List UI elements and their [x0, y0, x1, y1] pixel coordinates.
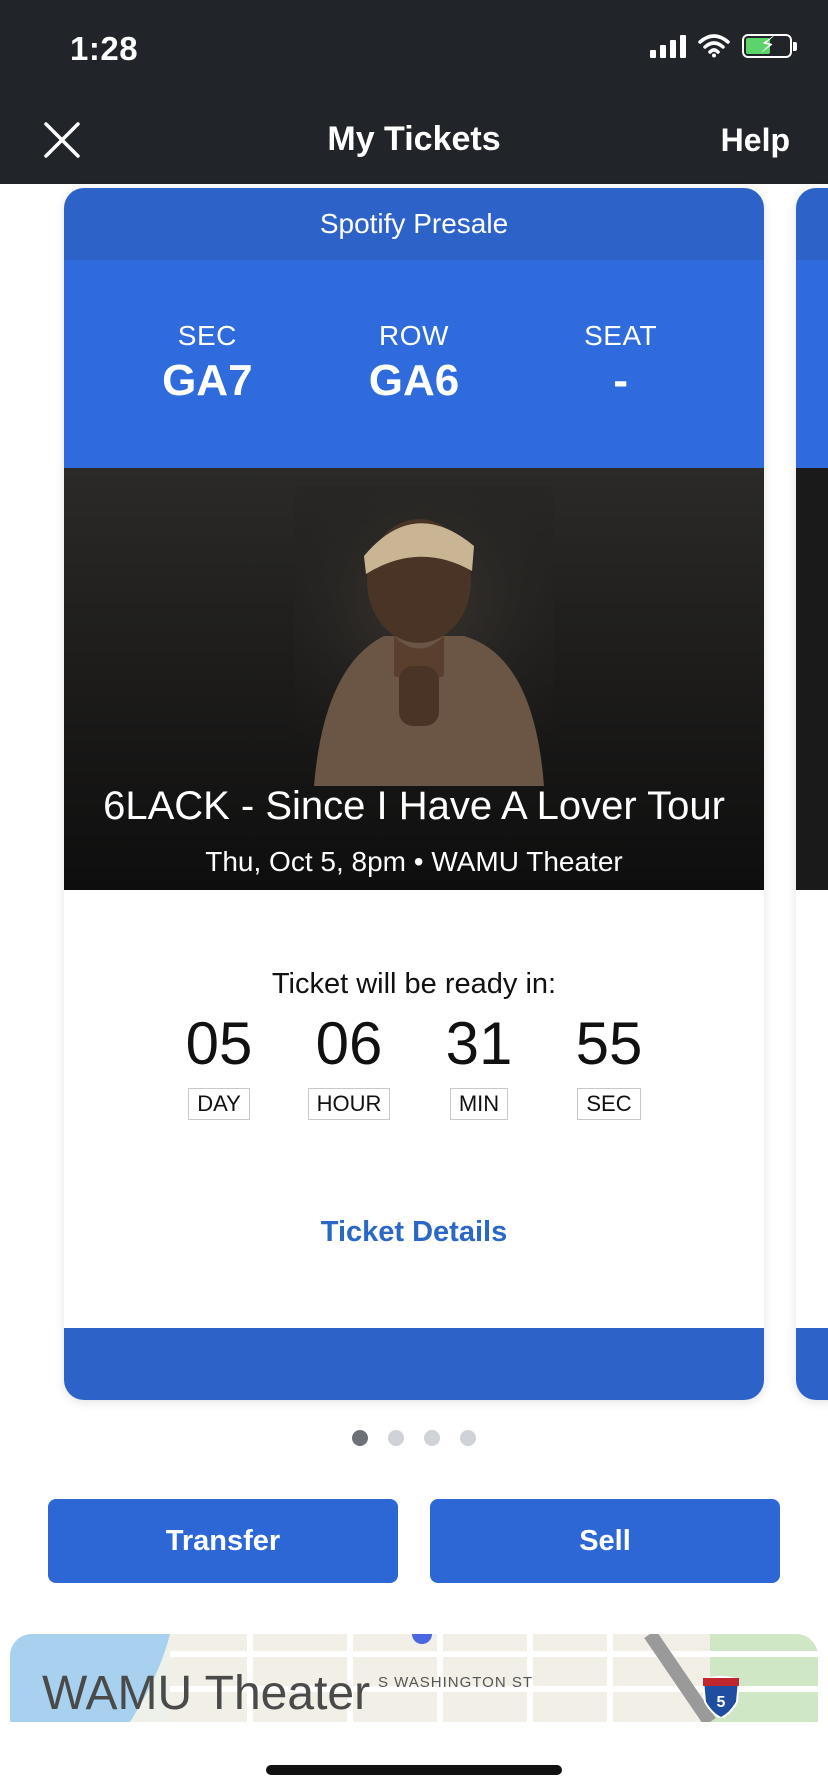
page-dot[interactable] [460, 1430, 476, 1446]
interstate-number: 5 [717, 1694, 726, 1711]
section-info: SEC GA7 [117, 260, 297, 468]
ticket-actions: Transfer Sell [48, 1499, 780, 1583]
countdown-unit-label: HOUR [307, 1088, 391, 1120]
countdown-hours: 06 HOUR [307, 1008, 391, 1120]
battery-charging-icon: ⚡ [742, 32, 797, 58]
countdown-unit-label: SEC [577, 1088, 641, 1120]
event-image: 6LACK - Since I Have A Lover Tour Thu, O… [64, 468, 764, 890]
map-street-label: S WASHINGTON ST [378, 1674, 534, 1691]
countdown-unit-label: MIN [449, 1088, 509, 1120]
countdown-value: 05 [185, 1010, 253, 1077]
venue-map[interactable]: WAMU Theater S WASHINGTON ST 5 [10, 1634, 818, 1722]
map-venue-label: WAMU Theater [42, 1667, 371, 1720]
sell-button[interactable]: Sell [430, 1499, 780, 1583]
artist-photo [294, 486, 554, 786]
page-dot[interactable] [388, 1430, 404, 1446]
countdown-value: 31 [445, 1010, 513, 1077]
seat-value: - [613, 356, 628, 405]
status-time: 1:28 [70, 30, 139, 67]
seat-info: SEC GA7 ROW GA6 SEAT - [64, 260, 764, 468]
countdown-value: 06 [315, 1010, 383, 1077]
page-title: My Tickets [327, 120, 501, 158]
seat-info-col: SEAT - [531, 260, 711, 468]
top-bar: 1:28 ⚡ My Tickets Help [0, 0, 828, 184]
section-label: SEC [177, 320, 237, 351]
transfer-button[interactable]: Transfer [48, 1499, 398, 1583]
page-dot[interactable] [352, 1430, 368, 1446]
presale-label: Spotify Presale [64, 188, 764, 260]
countdown-days: 05 DAY [177, 1008, 261, 1120]
countdown-minutes: 31 MIN [437, 1008, 521, 1120]
page-indicator [0, 1430, 828, 1446]
cellular-signal-icon [650, 34, 686, 58]
next-ticket-card[interactable] [796, 188, 828, 1400]
countdown-timer: 05 DAY 06 HOUR 31 MIN 55 SEC [64, 1008, 764, 1120]
ticket-card[interactable]: Spotify Presale SEC GA7 ROW GA6 SEAT - 6… [64, 188, 764, 1400]
interstate-shield-icon: 5 [701, 1676, 741, 1718]
home-indicator [266, 1765, 562, 1775]
row-info: ROW GA6 [324, 260, 504, 468]
countdown-heading: Ticket will be ready in: [271, 968, 557, 1000]
seat-label: SEAT [584, 320, 658, 351]
card-footer [64, 1328, 764, 1400]
section-value: GA7 [162, 356, 253, 405]
event-title: 6LACK - Since I Have A Lover Tour [103, 784, 725, 828]
help-button[interactable]: Help [721, 122, 790, 159]
row-label: ROW [379, 320, 449, 351]
status-icons: ⚡ [650, 32, 797, 58]
wifi-icon [698, 34, 730, 58]
page-dot[interactable] [424, 1430, 440, 1446]
row-value: GA6 [368, 356, 460, 405]
countdown-seconds: 55 SEC [567, 1008, 651, 1120]
ticket-details-link[interactable]: Ticket Details [64, 1216, 764, 1249]
countdown-value: 55 [575, 1010, 643, 1077]
countdown-unit-label: DAY [188, 1088, 250, 1120]
event-date-venue: Thu, Oct 5, 8pm • WAMU Theater [205, 846, 623, 877]
